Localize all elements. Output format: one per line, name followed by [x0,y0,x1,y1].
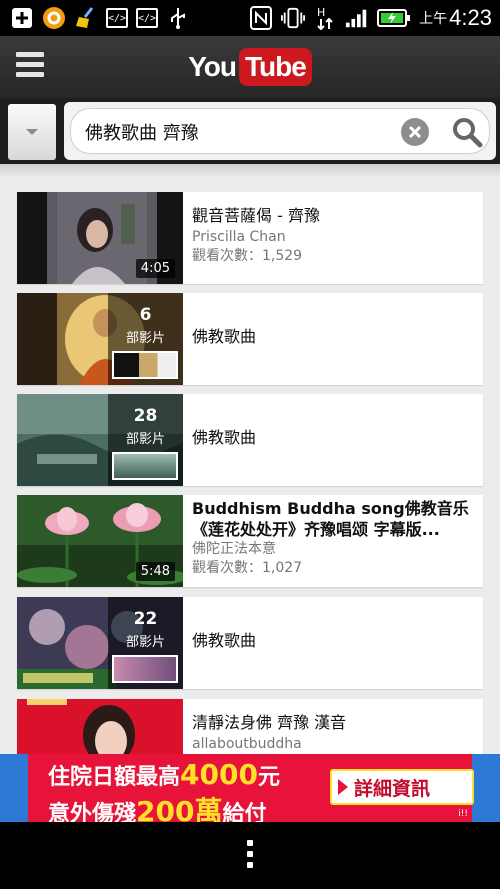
list-top-shadow [0,164,500,178]
data-transfer-icon: H [313,6,337,31]
ad-details-button[interactable]: 詳細資訊 [330,769,474,805]
app-header: You Tube [0,36,500,98]
youtube-mobile-screen: </> </> H 上午 4:23 You Tube 佛教歌曲 齊豫 4:05 … [0,0,500,889]
broom-icon [74,6,98,30]
playlist-title: 佛教歌曲 [192,428,257,447]
overflow-menu-button[interactable] [240,840,260,872]
video-thumbnail [17,699,183,754]
playlist-thumbnail: 22 部影片 [17,597,183,689]
result-playlist-card[interactable]: 28 部影片 佛教歌曲 [17,394,483,486]
hamburger-icon-line [16,62,44,67]
video-info: 清靜法身佛 齊豫 漢音 allaboutbuddha [192,699,478,754]
clock: 4:23 [449,5,492,30]
video-info: Buddhism Buddha song佛教音乐《莲花处处开》齐豫唱颂 字幕版.… [192,495,478,587]
logo-tube-text: Tube [239,48,312,86]
video-views: 觀看次數：1,027 [192,560,303,576]
ad-cta-label: 詳細資訊 [354,777,431,800]
search-icon [453,118,483,148]
logo-you-text: You [188,51,237,82]
video-views: 觀看次數：1,529 [192,248,303,264]
playlist-info: 佛教歌曲 [192,394,478,486]
playlist-info: 佛教歌曲 [192,597,478,689]
status-bar: </> </> H 上午 4:23 [0,0,500,36]
search-results-list: 4:05 觀音菩薩偈 - 齊豫 Priscilla Chan 觀看次數：1,52… [0,164,500,754]
playlist-count-label: 部影片 [125,432,165,447]
hamburger-icon [16,52,44,57]
playlist-info: 佛教歌曲 [192,293,478,385]
video-channel: 佛陀正法本意 [192,541,276,557]
search-container [64,102,496,160]
svg-text:H: H [317,6,325,19]
ad-info-badge[interactable]: i!! [458,809,468,819]
playlist-overlay: 22 部影片 [108,597,183,689]
play-arrow-icon [338,779,348,795]
playlist-thumbnail: 6 部影片 [17,293,183,385]
result-playlist-card[interactable]: 6 部影片 佛教歌曲 [17,293,483,385]
signal-icon [345,6,369,30]
playlist-video-count: 6 [139,305,152,325]
ad-banner[interactable]: 住院日額最高4000元 意外傷殘200萬給付 詳細資訊 i!! [0,754,500,828]
result-playlist-card[interactable]: 22 部影片 佛教歌曲 [17,597,483,689]
playlist-video-count: 22 [133,609,158,629]
battery-charging-icon [377,6,411,30]
ad-line1-amount: 4000 [180,758,258,791]
code-icon: </> [136,8,158,28]
playlist-overlay: 6 部影片 [108,293,183,385]
more-vert-icon [247,840,253,846]
video-title: 清靜法身佛 齊豫 漢音 [192,713,347,732]
playlist-count-label: 部影片 [125,635,165,650]
result-video-card[interactable]: 清靜法身佛 齊豫 漢音 allaboutbuddha [17,699,483,754]
usb-icon [166,6,190,30]
search-bar [0,98,500,164]
search-field-wrapper [70,108,490,154]
ad-headline: 住院日額最高4000元 [48,758,280,791]
playlist-video-count: 28 [133,406,158,426]
playlist-title: 佛教歌曲 [192,327,257,346]
time-prefix: 上午 [419,11,448,27]
menu-button[interactable] [14,52,46,82]
search-button[interactable] [451,116,483,148]
playlist-mini-thumbnail [112,351,178,379]
more-vert-icon-dot [247,851,253,857]
ad-content: 住院日額最高4000元 意外傷殘200萬給付 詳細資訊 i!! [28,754,474,828]
navigation-bar [0,822,500,889]
result-video-card[interactable]: 5:48 Buddhism Buddha song佛教音乐《莲花处处开》齐豫唱颂… [17,495,483,587]
ad-line1-b: 元 [257,765,280,790]
playlist-mini-thumbnail [112,452,178,480]
add-icon [10,6,34,30]
video-duration: 5:48 [135,562,175,581]
close-icon [408,125,422,139]
more-vert-icon-dot [247,862,253,868]
code-icon: </> [106,8,128,28]
result-video-card[interactable]: 4:05 觀音菩薩偈 - 齊豫 Priscilla Chan 觀看次數：1,52… [17,192,483,284]
playlist-mini-thumbnail [112,655,178,683]
nfc-icon [249,6,273,30]
video-title: Buddhism Buddha song佛教音乐《莲花处处开》齐豫唱颂 字幕版.… [192,499,469,539]
video-info: 觀音菩薩偈 - 齊豫 Priscilla Chan 觀看次數：1,529 [192,192,478,284]
app-icon [42,6,66,30]
chevron-down-icon [26,129,38,135]
clear-search-button[interactable] [401,118,429,146]
hamburger-icon-line [16,72,44,77]
search-filter-dropdown[interactable] [8,104,56,160]
ad-line1-a: 住院日額最高 [48,765,181,790]
youtube-logo[interactable]: You Tube [188,47,312,87]
playlist-thumbnail: 28 部影片 [17,394,183,486]
playlist-count-label: 部影片 [125,331,165,346]
video-thumbnail: 5:48 [17,495,183,587]
playlist-overlay: 28 部影片 [108,394,183,486]
video-title: 觀音菩薩偈 - 齊豫 [192,206,320,225]
playlist-title: 佛教歌曲 [192,631,257,650]
vibrate-icon [281,6,306,30]
video-channel: Priscilla Chan [192,229,286,245]
video-channel: allaboutbuddha [192,736,302,752]
video-duration: 4:05 [135,259,175,278]
search-input[interactable] [85,117,385,147]
video-thumbnail: 4:05 [17,192,183,284]
